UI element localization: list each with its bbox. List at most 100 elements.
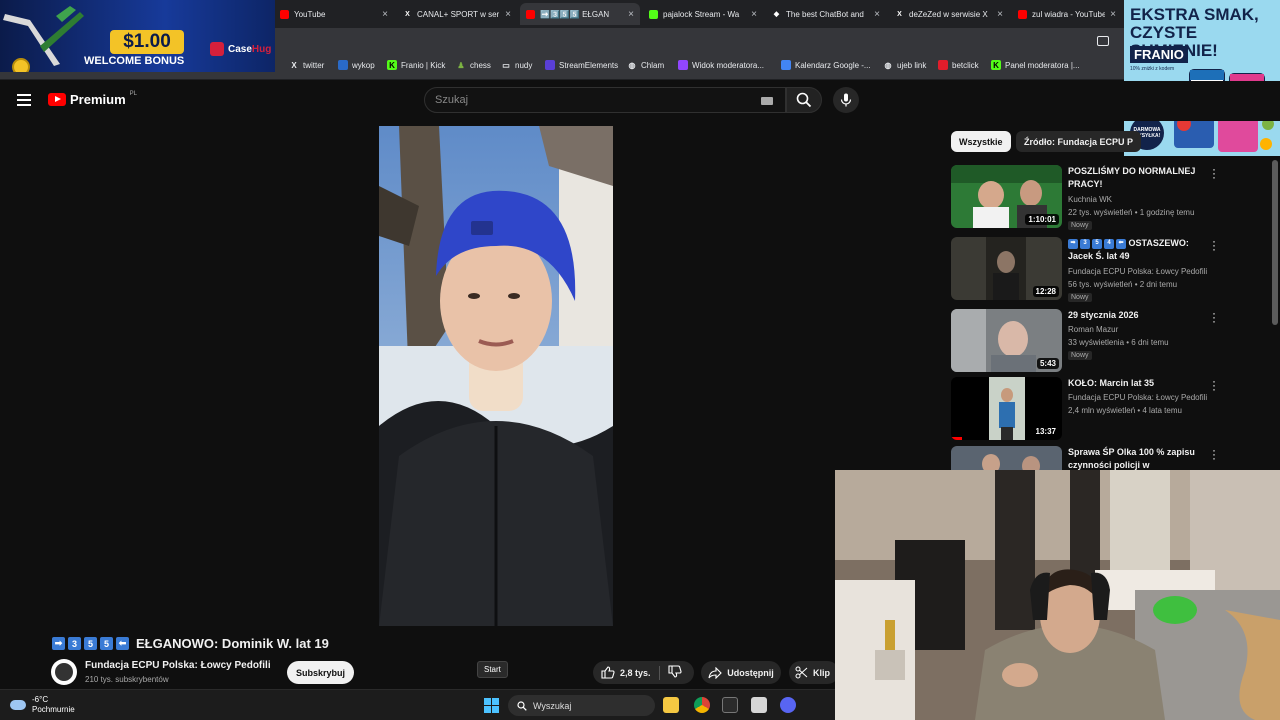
bookmark-item[interactable]: ◍ Chlam <box>627 60 665 70</box>
share-button[interactable]: Udostępnij <box>701 661 781 684</box>
recommendation-title[interactable]: Sprawa ŚP Olka 100 % zapisu czynności po… <box>1068 446 1208 470</box>
close-tab-icon[interactable]: × <box>1110 9 1116 20</box>
chip-source-channel[interactable]: Źródło: Fundacja ECPU P <box>1016 131 1142 152</box>
more-options-icon[interactable]: · · · <box>1211 235 1217 255</box>
wykop-icon <box>338 60 348 70</box>
browser-tab[interactable]: YouTube × <box>274 3 394 25</box>
youtube-icon <box>280 9 289 19</box>
browser-tab[interactable]: pajalock Stream - Wa × <box>643 3 763 25</box>
tab-title: deZeZed w serwisie X <box>909 9 988 19</box>
bookmark-label: Franio | Kick <box>401 60 446 70</box>
bookmark-item[interactable]: wykop <box>338 60 375 70</box>
channel-avatar[interactable] <box>51 659 77 685</box>
youtube-play-icon <box>48 93 66 106</box>
video-thumbnail[interactable]: 12:28 <box>951 237 1062 300</box>
bookmark-item[interactable]: ▭ nudy <box>501 60 532 70</box>
browser-tab[interactable]: zul wiadra - YouTube × <box>1012 3 1122 25</box>
chess-icon: ♟ <box>457 60 465 70</box>
bookmark-item[interactable]: Kalendarz Google -... <box>781 60 871 70</box>
globe-icon: ◍ <box>628 60 636 70</box>
clip-button[interactable]: Klip <box>789 661 839 684</box>
video-thumbnail[interactable]: 13:37 <box>951 377 1062 440</box>
voice-search-button[interactable] <box>833 87 859 113</box>
bookmark-label: twitter <box>303 60 325 70</box>
bookmark-label: ujeb link <box>897 60 927 70</box>
close-tab-icon[interactable]: × <box>382 9 388 20</box>
browser-tab[interactable]: XdeZeZed w serwisie X × <box>889 3 1009 25</box>
emoji-keycap-icon: 4 <box>1104 238 1114 249</box>
search-button[interactable] <box>786 87 822 113</box>
recommendation-item[interactable]: Sprawa ŚP Olka 100 % zapisu czynności po… <box>951 446 1226 470</box>
recommendation-channel[interactable]: Fundacja ECPU Polska: Łowcy Pedofili <box>1068 393 1207 402</box>
channel-name[interactable]: Fundacja ECPU Polska: Łowcy Pedofili <box>85 660 271 671</box>
emoji-keycap-icon: ⬅ <box>116 637 129 650</box>
bot-icon: ◆ <box>773 11 780 18</box>
subscribe-button[interactable]: Subskrybuj <box>287 661 354 684</box>
recommendation-item[interactable]: 1:10:01 POSZLIŚMY DO NORMALNEJ PRACY! Ku… <box>951 163 1226 230</box>
bookmark-item[interactable]: Xtwitter <box>289 60 324 70</box>
browser-tab[interactable]: ➡️3️⃣5️⃣5️⃣ EŁGAN × <box>520 3 640 25</box>
bookmark-label: nudy <box>515 60 533 70</box>
recommendation-item[interactable]: 5:43 29 stycznia 2026 Roman Mazur 33 wyś… <box>951 307 1226 372</box>
bookmark-item[interactable]: betclick <box>938 60 979 70</box>
weather-widget[interactable]: -6°C Pochmurnie <box>10 695 75 715</box>
more-options-icon[interactable]: · · · <box>1211 163 1217 183</box>
close-tab-icon[interactable]: × <box>505 9 511 20</box>
chip-all[interactable]: Wszystkie <box>951 131 1011 152</box>
bookmark-item[interactable]: StreamElements <box>545 60 618 70</box>
scrollbar[interactable] <box>1272 160 1278 325</box>
bookmark-item[interactable]: ♟ chess <box>456 60 491 70</box>
recommendation-title[interactable]: POSZLIŚMY DO NORMALNEJ PRACY! <box>1068 165 1208 191</box>
close-tab-icon[interactable]: × <box>628 9 634 20</box>
more-options-icon[interactable]: · · · <box>1211 307 1217 327</box>
taskbar-search[interactable]: Wyszukaj <box>508 695 655 716</box>
recommendation-channel[interactable]: Fundacja ECPU Polska: Łowcy Pedofili <box>1068 267 1207 276</box>
casehug-ad-banner[interactable]: $1.00 WELCOME BONUS Case Hug <box>0 0 275 72</box>
app-icon[interactable] <box>722 697 738 713</box>
recommendation-channel[interactable]: Kuchnia WK <box>1068 195 1112 204</box>
bookmark-item[interactable]: K Panel moderatora |... <box>991 60 1080 70</box>
thumbnail-image <box>951 446 1062 470</box>
file-explorer-icon[interactable] <box>663 697 679 713</box>
close-tab-icon[interactable]: × <box>997 9 1003 20</box>
emoji-keycap-icon: 5 <box>84 637 97 650</box>
more-options-icon[interactable]: · · · <box>1211 375 1217 395</box>
video-thumbnail[interactable]: 1:10:01 <box>951 165 1062 228</box>
video-player[interactable] <box>379 126 613 626</box>
dislike-button[interactable] <box>660 665 682 680</box>
chrome-icon[interactable] <box>694 697 710 713</box>
search-icon <box>796 92 812 108</box>
recommendation-item[interactable]: 13:37 KOŁO: Marcin lat 35 Fundacja ECPU … <box>951 375 1226 440</box>
discord-icon[interactable] <box>780 697 796 713</box>
menu-icon[interactable] <box>17 94 31 106</box>
close-tab-icon[interactable]: × <box>874 9 880 20</box>
install-app-icon[interactable] <box>1097 36 1109 46</box>
youtube-premium-logo[interactable]: Premium PL <box>48 91 137 107</box>
thumbs-down-icon <box>668 665 682 678</box>
bookmark-item[interactable]: K Franio | Kick <box>387 60 445 70</box>
recommendation-title[interactable]: KOŁO: Marcin lat 35 <box>1068 377 1208 390</box>
bookmark-item[interactable]: Widok moderatora... <box>678 60 764 70</box>
browser-tab[interactable]: X CANAL+ SPORT w ser × <box>397 3 517 25</box>
task-manager-icon[interactable] <box>751 697 767 713</box>
recommendation-title[interactable]: 29 stycznia 2026 <box>1068 309 1208 322</box>
recommendation-channel[interactable]: Roman Mazur <box>1068 325 1118 334</box>
more-options-icon[interactable]: · · · <box>1211 446 1217 464</box>
franio-ad-banner[interactable]: EKSTRA SMAK, CZYSTE SUMIENIE! FRANIO 10%… <box>1124 0 1280 156</box>
search-input[interactable]: Szukaj <box>424 87 786 113</box>
new-badge: Nowy <box>1068 221 1092 230</box>
windows-start-icon[interactable] <box>484 698 499 713</box>
recommendation-title[interactable]: ➡ 3 5 4 ⬅ OSTASZEWO: Jacek Ś. lat 49 <box>1068 237 1208 263</box>
video-thumbnail[interactable] <box>951 446 1062 470</box>
video-thumbnail[interactable]: 5:43 <box>951 309 1062 372</box>
close-tab-icon[interactable]: × <box>751 9 757 20</box>
keyboard-icon[interactable] <box>761 97 773 105</box>
recommendation-item[interactable]: 12:28 ➡ 3 5 4 ⬅ OSTASZEWO: Jacek Ś. lat 49 F… <box>951 235 1226 302</box>
new-badge: Nowy <box>1068 351 1092 360</box>
emoji-keycap-icon: 3 <box>1080 238 1090 249</box>
bookmark-item[interactable]: ◍ ujeb link <box>883 60 927 70</box>
browser-tab[interactable]: ◆ The best ChatBot and × <box>766 3 886 25</box>
like-button[interactable]: 2,8 tys. <box>593 666 659 679</box>
x-icon: X <box>405 10 410 18</box>
youtube-icon <box>526 9 535 19</box>
